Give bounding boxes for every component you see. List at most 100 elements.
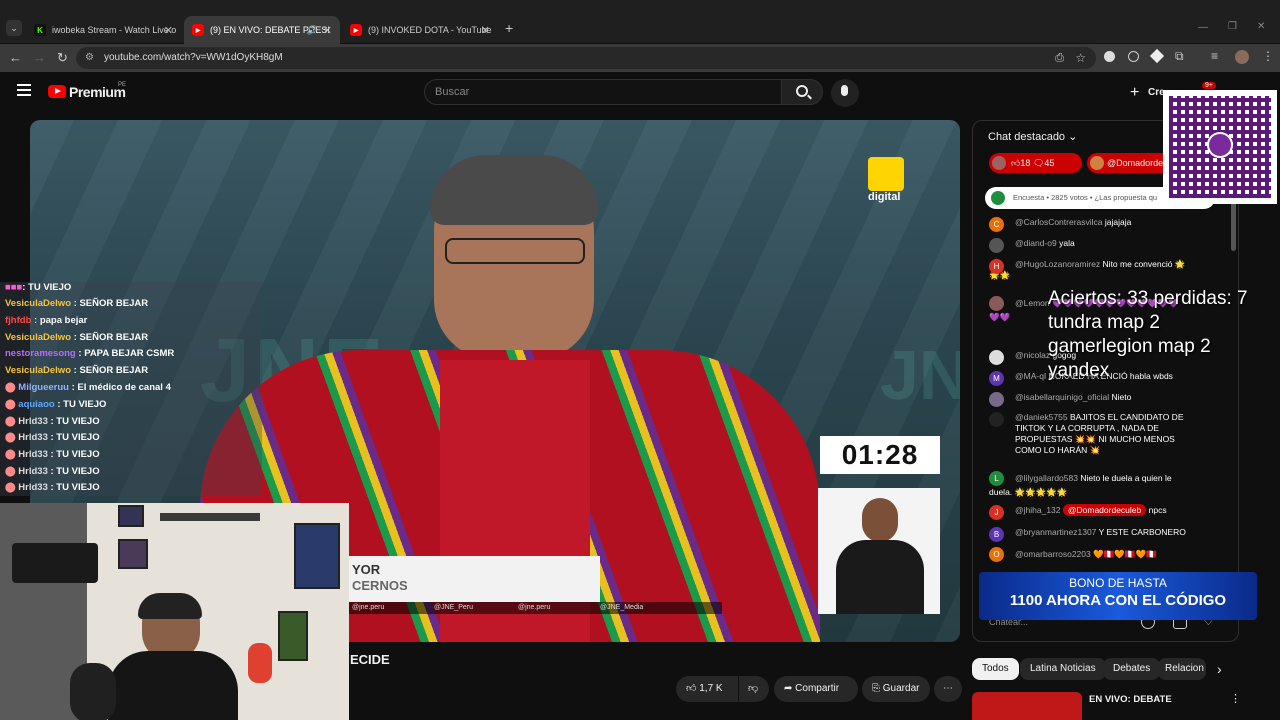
- stream-stats-overlay: Aciertos: 33 perdidas: 7 tundra map 2 ga…: [1048, 287, 1248, 383]
- tab-title: (9) INVOKED DOTA - YouTube: [368, 25, 492, 35]
- channel-logo-text: digital: [868, 191, 901, 203]
- tab-list-icon[interactable]: ⌄: [6, 20, 22, 36]
- hamburger-menu-icon[interactable]: [17, 84, 31, 96]
- youtube-icon: ▶: [350, 24, 362, 36]
- voice-search-button[interactable]: [831, 79, 859, 107]
- avatar: [989, 350, 1004, 365]
- lower-third-line: YOR: [352, 562, 381, 577]
- like-count: 1,7 K: [699, 683, 723, 694]
- reload-icon[interactable]: ↻: [57, 50, 68, 66]
- kebab-menu-icon[interactable]: ⋮: [1262, 49, 1274, 63]
- filter-chip-latina[interactable]: Latina Noticias: [1020, 658, 1106, 680]
- promo-banner: BONO DE HASTA 1100 AHORA CON EL CÓDIGO: [979, 572, 1257, 620]
- minimize-icon[interactable]: —: [1198, 22, 1208, 33]
- avatar: [989, 392, 1004, 407]
- avatar: [989, 412, 1004, 427]
- overlay-chat-line: ⬤ Hrld33 : TU VIEJO: [5, 466, 100, 477]
- stats-line: tundra map 2: [1048, 312, 1160, 333]
- chat-message: C @CarlosContrerasvilca jajajaja: [989, 217, 1131, 232]
- microphone-icon: [841, 85, 848, 96]
- install-icon[interactable]: ⎙: [1055, 47, 1064, 69]
- notification-badge: 9+: [1202, 82, 1216, 89]
- media-icon[interactable]: ≡: [1211, 49, 1218, 63]
- more-icon: ⋯: [943, 683, 953, 694]
- search-button[interactable]: [781, 79, 823, 105]
- extension-icon[interactable]: [1104, 51, 1115, 62]
- puzzle-icon[interactable]: ⧉: [1175, 49, 1184, 64]
- close-icon[interactable]: ✕: [323, 24, 332, 37]
- tab-dota[interactable]: ▶ (9) INVOKED DOTA - YouTube ✕: [342, 16, 498, 44]
- chat-message: @daniek5755 BAJITOS EL CANDIDATO DE TIKT…: [989, 412, 1199, 456]
- tab-title: iwobeka Stream - Watch Live o: [52, 25, 177, 35]
- thumbs-down-icon: 👎︎: [748, 683, 759, 694]
- chat-message: O @omarbarroso2203 🧡🇵🇪🧡🇵🇪🧡🇵🇪: [989, 547, 1189, 562]
- url-field[interactable]: ⚙ youtube.com/watch?v=WW1dOyKH8gM ⎙ ☆: [76, 47, 1096, 69]
- overlay-chat-line: ⬤ Milgueeruu : El médico de canal 4: [5, 382, 171, 393]
- youtube-logo-icon[interactable]: [48, 85, 66, 98]
- overlay-chat-line: ⬤ Hrld33 : TU VIEJO: [5, 482, 100, 493]
- extension-icon[interactable]: [1128, 51, 1139, 62]
- recommendation-thumbnail[interactable]: [972, 692, 1082, 720]
- thumbs-up-icon: 👍︎: [1011, 158, 1021, 168]
- pinned-username: @Domadorde: [1107, 158, 1164, 168]
- streamer-hair: [138, 593, 202, 619]
- youtube-handle: @JNE_Media: [600, 604, 644, 611]
- filter-chip-relacionados[interactable]: Relacion: [1158, 658, 1206, 680]
- new-tab-icon[interactable]: +: [505, 20, 513, 36]
- microphone: [70, 663, 116, 720]
- speaker-icon[interactable]: 🔊: [307, 25, 318, 36]
- close-icon[interactable]: ✕: [164, 24, 173, 37]
- search-input[interactable]: Buscar: [424, 79, 782, 105]
- overlay-chat-line: VesiculaDelwo : SEÑOR BEJAR: [5, 298, 149, 309]
- share-button[interactable]: ➦ Compartir: [774, 676, 858, 702]
- save-icon: ⎘: [872, 683, 880, 694]
- jne-watermark: JNE: [880, 336, 960, 414]
- maximize-icon[interactable]: ❐: [1228, 21, 1237, 32]
- extension-icon[interactable]: [1149, 48, 1165, 64]
- filter-chip-debates[interactable]: Debates: [1103, 658, 1161, 680]
- wall-shelf: [160, 513, 260, 521]
- overlay-chat-line: ⬤ aquiaoo : TU VIEJO: [5, 399, 107, 410]
- pinned-poll-chip[interactable]: 👍︎18 🗨︎45: [989, 153, 1082, 173]
- tab-debate[interactable]: ▶ (9) EN VIVO: DEBATE PRESI 🔊 ✕: [184, 16, 340, 44]
- profile-avatar[interactable]: [1235, 50, 1249, 64]
- overlay-chat-line: fjhfdb : papa bejar: [5, 315, 88, 326]
- forward-icon[interactable]: →: [33, 50, 46, 65]
- x-handle: @JNE_Peru: [434, 604, 474, 611]
- create-icon[interactable]: +: [1130, 84, 1139, 102]
- recommendation-title[interactable]: EN VIVO: DEBATE: [1089, 694, 1172, 705]
- avatar: C: [989, 217, 1004, 232]
- dislike-button[interactable]: 👎︎: [739, 676, 769, 702]
- youtube-logo-text[interactable]: Premium: [69, 84, 126, 100]
- chat-mode-selector[interactable]: Chat destacado ⌄: [988, 130, 1077, 143]
- wall-poster: [294, 523, 340, 589]
- chevron-right-icon[interactable]: ›: [1217, 661, 1222, 677]
- streamer-webcam: [0, 503, 349, 720]
- stream-chat-overlay: ■■■: TU VIEJO VesiculaDelwo : SEÑOR BEJA…: [0, 282, 262, 496]
- close-window-icon[interactable]: ✕: [1257, 21, 1265, 32]
- wall-frame: [278, 611, 308, 661]
- avatar: B: [989, 527, 1004, 542]
- overlay-chat-line: ⬤ Hrld33 : TU VIEJO: [5, 416, 100, 427]
- overlay-chat-line: VesiculaDelwo : SEÑOR BEJAR: [5, 332, 149, 343]
- filter-chip-todos[interactable]: Todos: [972, 658, 1019, 680]
- tiktok-handle: @jne.peru: [518, 604, 551, 611]
- wall-frame: [118, 539, 148, 569]
- region-code: PE: [118, 82, 127, 88]
- browser-tab-bar: ⌄ K iwobeka Stream - Watch Live o ✕ ▶ (9…: [0, 0, 1280, 44]
- tab-kick[interactable]: K iwobeka Stream - Watch Live o ✕: [26, 16, 181, 44]
- chat-message: B @bryanmartinez1307 Y ESTE CARBONERO: [989, 527, 1186, 542]
- close-icon[interactable]: ✕: [481, 24, 490, 37]
- youtube-icon: ▶: [192, 24, 204, 36]
- more-icon[interactable]: ⋮: [1230, 692, 1241, 705]
- site-info-icon[interactable]: ⚙: [85, 47, 94, 69]
- bookmark-star-icon[interactable]: ☆: [1075, 47, 1086, 69]
- more-actions-button[interactable]: ⋯: [934, 676, 962, 702]
- stats-line: Aciertos: 33 perdidas: 7: [1048, 288, 1248, 309]
- save-button[interactable]: ⎘ Guardar: [862, 676, 930, 702]
- like-button[interactable]: 👍︎ 1,7 K: [676, 676, 738, 702]
- mention-chip[interactable]: @Domadordeculeb: [1062, 504, 1147, 516]
- stats-line: gamerlegion map 2: [1048, 336, 1211, 357]
- back-icon[interactable]: ←: [9, 50, 22, 65]
- chat-message: H @HugoLozanoramirez Nito me convenció 🌟🌟…: [989, 259, 1186, 280]
